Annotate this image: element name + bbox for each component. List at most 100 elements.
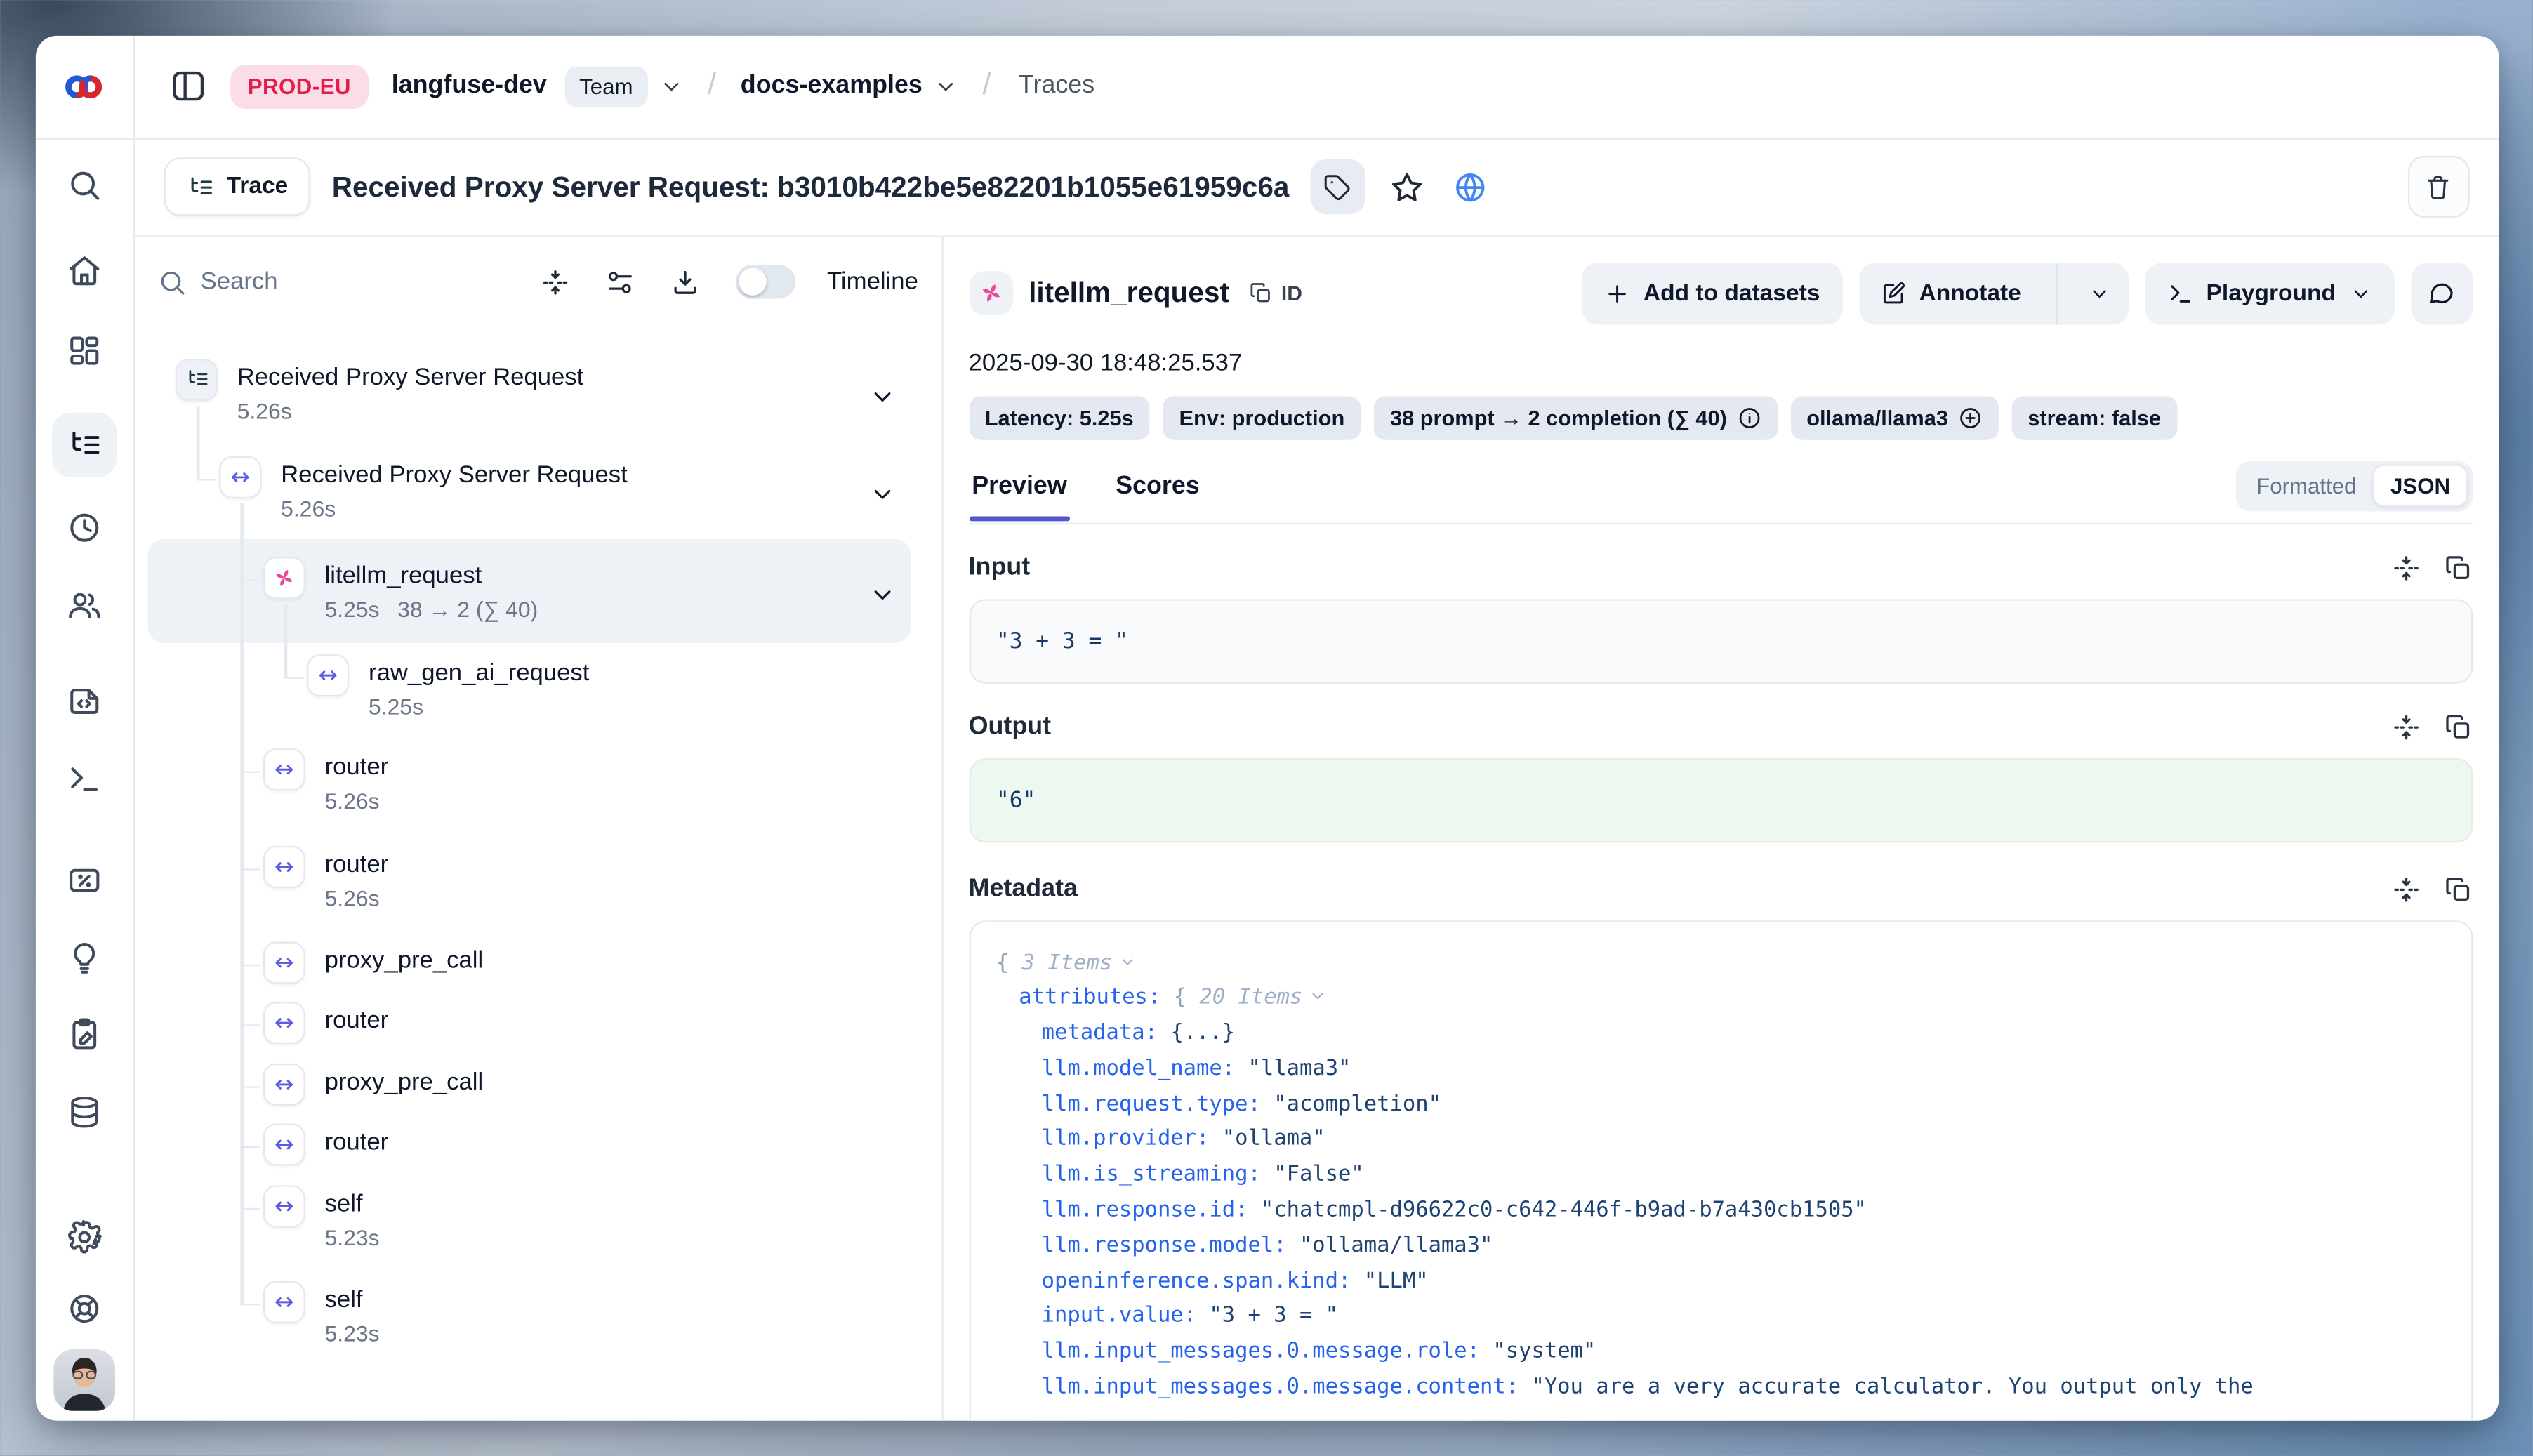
observation-tree-panel: Timeline Received Proxy Server Request5.…	[134, 237, 943, 1420]
tree-node-litellm-request[interactable]: litellm_request	[325, 561, 482, 588]
tree-node-raw-gen-ai-request[interactable]: raw_gen_ai_request	[369, 658, 589, 686]
project-name[interactable]: docs-examples	[741, 72, 922, 101]
copy-icon[interactable]	[2443, 553, 2473, 583]
json-collapse-chevron[interactable]	[1309, 988, 1327, 1005]
comments-button[interactable]	[2410, 263, 2472, 324]
node-duration: 5.25s	[369, 694, 423, 719]
node-subline: 5.26s	[325, 788, 380, 813]
metric-badge[interactable]: Env: production	[1163, 395, 1361, 439]
span-node-icon	[263, 1184, 305, 1226]
dashboard-grid-icon	[66, 332, 102, 368]
format-option-json[interactable]: JSON	[2373, 464, 2468, 506]
sidebar-item-insights[interactable]	[51, 925, 117, 990]
plus-icon	[1604, 280, 1630, 306]
json-key: metadata:	[1042, 1021, 1171, 1046]
json-collapse-chevron[interactable]	[1118, 952, 1136, 969]
pen-square-icon	[1880, 280, 1906, 306]
badge-label: stream: false	[2028, 405, 2161, 430]
sidebar-item-playground[interactable]	[51, 746, 117, 812]
copy-icon[interactable]	[2443, 874, 2473, 904]
tree-node-proxy-pre-call[interactable]: proxy_pre_call	[325, 946, 484, 973]
tree-search-input[interactable]	[201, 268, 379, 296]
desktop: PROD-EU langfuse-dev Team / docs-example…	[0, 0, 2533, 1456]
json-key: llm.input_messages.0.message.role:	[1042, 1340, 1493, 1365]
bookmark-star-button[interactable]	[1387, 166, 1429, 208]
json-line: { 3 Items	[996, 946, 2445, 981]
metric-badge[interactable]: 38 prompt → 2 completion (∑ 40)	[1374, 395, 1778, 439]
node-collapse-chevron[interactable]	[868, 581, 895, 608]
node-collapse-chevron[interactable]	[868, 479, 895, 507]
download-button[interactable]	[661, 258, 710, 306]
tree-settings-button[interactable]	[597, 258, 645, 306]
tree-node-proxy-pre-call[interactable]: proxy_pre_call	[325, 1068, 484, 1095]
public-share-button[interactable]	[1450, 166, 1492, 208]
search-icon	[157, 267, 186, 296]
tree-node-self[interactable]: self	[325, 1189, 363, 1217]
sidebar-item-datasets[interactable]	[51, 1079, 117, 1144]
tree-node-router[interactable]: router	[325, 850, 389, 878]
org-logo[interactable]	[35, 35, 134, 138]
sidebar-item-settings[interactable]	[51, 1204, 117, 1269]
sidebar-item-annotation-queues[interactable]	[51, 1001, 117, 1066]
org-switcher-chevron-icon[interactable]	[659, 74, 683, 98]
org-name[interactable]: langfuse-dev	[392, 72, 547, 101]
user-avatar[interactable]	[53, 1349, 114, 1410]
annotate-split-button: Annotate	[1859, 263, 2129, 324]
json-line: llm.is_streaming: "False"	[996, 1158, 2445, 1193]
sidebar-item-sessions[interactable]	[51, 494, 117, 560]
node-subline: 5.26s	[237, 399, 292, 423]
tree-node-router[interactable]: router	[325, 1006, 389, 1033]
sidebar-item-home[interactable]	[51, 238, 117, 303]
environment-badge[interactable]: PROD-EU	[230, 64, 369, 107]
project-switcher-chevron-icon[interactable]	[934, 74, 958, 98]
annotate-button[interactable]: Annotate	[1859, 263, 2042, 324]
node-subline: 5.23s	[325, 1225, 380, 1250]
json-line: llm.input_messages.0.message.content: "Y…	[996, 1370, 2445, 1405]
metric-badge[interactable]: stream: false	[2011, 395, 2177, 439]
sidebar-item-tracing[interactable]	[51, 411, 117, 477]
json-line: input.value: "3 + 3 = "	[996, 1299, 2445, 1335]
playground-button[interactable]: Playground	[2145, 263, 2395, 324]
sidebar-item-search[interactable]	[51, 152, 117, 217]
format-option-formatted[interactable]: Formatted	[2240, 464, 2373, 506]
sidebar-item-dashboards[interactable]	[51, 317, 117, 383]
copy-id-button[interactable]: ID	[1249, 281, 1302, 305]
json-val: {...}	[1170, 1021, 1235, 1046]
metric-badge[interactable]: Latency: 5.25s	[969, 395, 1150, 439]
tree-node-received-proxy-server-request[interactable]: Received Proxy Server Request	[281, 461, 628, 488]
json-key: llm.model_name:	[1042, 1057, 1248, 1081]
breadcrumb-section[interactable]: Traces	[1019, 72, 1094, 101]
metric-badge[interactable]: ollama/llama3	[1790, 395, 1999, 439]
delete-trace-button[interactable]	[2407, 156, 2469, 218]
collapse-section-icon[interactable]	[2391, 712, 2421, 741]
sidebar-toggle-button[interactable]	[163, 62, 211, 110]
collapse-section-icon[interactable]	[2391, 874, 2421, 904]
copy-icon[interactable]	[2443, 712, 2473, 741]
trace-type-chip: Trace	[163, 157, 310, 216]
top-bar: PROD-EU langfuse-dev Team / docs-example…	[35, 35, 2499, 139]
collapse-all-button[interactable]	[531, 258, 580, 306]
output-content: "6"	[969, 757, 2473, 842]
timeline-toggle[interactable]	[736, 265, 797, 299]
sidebar-item-evaluations[interactable]	[51, 847, 117, 912]
tree-node-self[interactable]: self	[325, 1285, 363, 1313]
collapse-section-icon[interactable]	[2391, 553, 2421, 583]
sidebar-item-prompts[interactable]	[51, 668, 117, 734]
annotate-dropdown-button[interactable]	[2070, 263, 2128, 324]
node-subline: 5.23s	[325, 1321, 380, 1345]
node-collapse-chevron[interactable]	[868, 383, 895, 410]
tree-node-received-proxy-server-request[interactable]: Received Proxy Server Request	[237, 363, 584, 390]
sidebar-item-support[interactable]	[51, 1276, 117, 1341]
tree-node-router[interactable]: router	[325, 1127, 389, 1155]
tab-preview[interactable]: Preview	[969, 463, 1071, 519]
add-to-datasets-button[interactable]: Add to datasets	[1582, 263, 1843, 324]
tab-scores[interactable]: Scores	[1113, 463, 1203, 519]
sidebar-item-users[interactable]	[51, 572, 117, 637]
gear-icon	[66, 1219, 102, 1255]
file-code-icon	[66, 683, 102, 719]
tree-node-router[interactable]: router	[325, 753, 389, 780]
tree-connector	[197, 405, 199, 478]
span-arrows-icon	[271, 949, 297, 975]
tree-connector	[284, 676, 304, 678]
tags-button[interactable]	[1310, 159, 1365, 215]
